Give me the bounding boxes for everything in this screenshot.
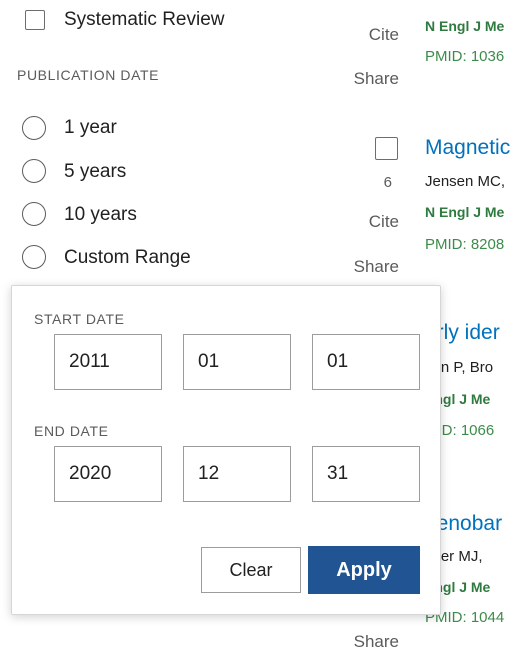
result-select-checkbox[interactable] <box>375 137 398 160</box>
systematic-review-checkbox[interactable] <box>25 10 45 30</box>
result-authors: Jensen MC, <box>425 173 506 190</box>
start-year-input[interactable] <box>54 334 162 390</box>
date-5-years-radio[interactable] <box>22 159 46 183</box>
cite-button[interactable]: Cite <box>347 25 399 45</box>
date-custom-range-label[interactable]: Custom Range <box>64 247 191 269</box>
date-10-years-label[interactable]: 10 years <box>64 204 137 226</box>
cite-button[interactable]: Cite <box>347 212 399 232</box>
publication-date-heading: PUBLICATION DATE <box>17 67 160 83</box>
apply-button[interactable]: Apply <box>308 546 420 594</box>
end-month-input[interactable] <box>183 446 291 502</box>
result-pmid: PMID: 8208 <box>425 236 505 253</box>
result-title-link[interactable]: Magnetic <box>425 136 510 160</box>
share-button[interactable]: Share <box>347 69 399 89</box>
share-button[interactable]: Share <box>347 257 399 277</box>
date-10-years-radio[interactable] <box>22 202 46 226</box>
date-1-year-label[interactable]: 1 year <box>64 117 117 139</box>
clear-button[interactable]: Clear <box>201 547 301 593</box>
date-custom-range-radio[interactable] <box>22 245 46 269</box>
share-button[interactable]: Share <box>347 632 399 652</box>
end-date-heading: END DATE <box>34 423 109 439</box>
start-date-heading: START DATE <box>34 311 125 327</box>
date-5-years-label[interactable]: 5 years <box>64 161 126 183</box>
custom-range-popover: START DATE END DATE Clear Apply <box>11 285 441 615</box>
end-year-input[interactable] <box>54 446 162 502</box>
end-day-input[interactable] <box>312 446 420 502</box>
start-month-input[interactable] <box>183 334 291 390</box>
result-journal: N Engl J Me <box>425 204 505 220</box>
start-day-input[interactable] <box>312 334 420 390</box>
date-1-year-radio[interactable] <box>22 116 46 140</box>
result-number: 6 <box>383 174 392 191</box>
result-journal: N Engl J Me <box>425 18 505 34</box>
systematic-review-label: Systematic Review <box>64 9 225 30</box>
result-pmid: PMID: 1036 <box>425 48 505 65</box>
